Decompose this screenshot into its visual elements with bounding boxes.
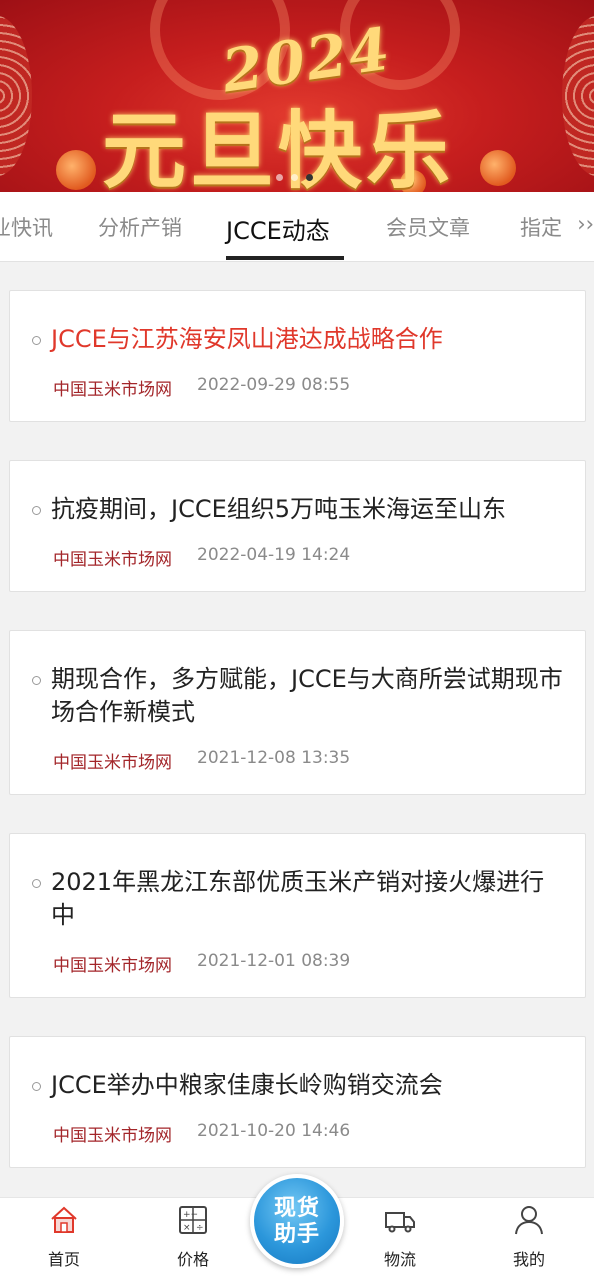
article-time: 2021-12-08 13:35 bbox=[197, 748, 351, 768]
nav-price[interactable]: +− × ÷ 价格 bbox=[148, 1198, 238, 1280]
svg-text:×: × bbox=[183, 1223, 191, 1233]
article-source: 中国玉米市场网 bbox=[53, 753, 172, 773]
calculator-icon: +− × ÷ bbox=[179, 1206, 207, 1234]
nav-home-label: 首页 bbox=[47, 1250, 80, 1269]
bullet-icon bbox=[32, 336, 41, 345]
truck-icon bbox=[385, 1212, 415, 1233]
bullet-icon bbox=[32, 1082, 41, 1091]
nav-logistics[interactable]: 物流 bbox=[355, 1198, 445, 1280]
tabs-more-icon[interactable]: ›› bbox=[573, 212, 594, 236]
article-title[interactable]: 2021年黑龙江东部优质玉米产销对接火爆进行中 bbox=[51, 866, 565, 932]
nav-mine-label: 我的 bbox=[512, 1250, 545, 1269]
tab-jcce-news[interactable]: JCCE动态 bbox=[226, 211, 330, 246]
tab-analysis[interactable]: 分析产销 bbox=[98, 212, 182, 242]
spot-assistant-button[interactable]: 现货 助手 bbox=[250, 1174, 344, 1268]
article-title[interactable]: JCCE举办中粮家佳康长岭购销交流会 bbox=[51, 1069, 565, 1102]
nav-home[interactable]: 首页 bbox=[19, 1198, 109, 1280]
article-time: 2022-04-19 14:24 bbox=[197, 545, 351, 565]
article-card[interactable]: JCCE与江苏海安凤山港达成战略合作 中国玉米市场网 2022-09-29 08… bbox=[9, 290, 586, 422]
article-time: 2021-12-01 08:39 bbox=[197, 951, 351, 971]
carousel-dot[interactable] bbox=[291, 174, 298, 181]
article-source: 中国玉米市场网 bbox=[53, 956, 172, 976]
bullet-icon bbox=[32, 879, 41, 888]
decor-lantern bbox=[480, 150, 516, 186]
category-tabs: 业快讯 分析产销 JCCE动态 会员文章 指定 ›› bbox=[0, 192, 594, 262]
article-source: 中国玉米市场网 bbox=[53, 1126, 172, 1146]
article-source: 中国玉米市场网 bbox=[53, 550, 172, 570]
article-title[interactable]: JCCE与江苏海安凤山港达成战略合作 bbox=[51, 323, 565, 356]
active-tab-indicator bbox=[226, 256, 344, 260]
svg-text:+−: +− bbox=[183, 1210, 198, 1220]
tab-designated[interactable]: 指定 bbox=[520, 212, 562, 242]
holiday-banner[interactable]: 2024 元旦快乐 bbox=[0, 0, 594, 192]
nav-mine[interactable]: 我的 bbox=[484, 1198, 574, 1280]
carousel-dots[interactable] bbox=[276, 174, 313, 181]
nav-price-label: 价格 bbox=[176, 1250, 209, 1269]
fab-label-line2: 助手 bbox=[273, 1222, 320, 1247]
article-title[interactable]: 抗疫期间，JCCE组织5万吨玉米海运至山东 bbox=[51, 493, 565, 526]
decor-lantern bbox=[56, 150, 96, 190]
article-card[interactable]: 抗疫期间，JCCE组织5万吨玉米海运至山东 中国玉米市场网 2022-04-19… bbox=[9, 460, 586, 592]
decor-fan-left bbox=[0, 16, 32, 176]
user-icon bbox=[515, 1206, 543, 1235]
article-card[interactable]: 期现合作，多方赋能，JCCE与大商所尝试期现市场合作新模式 中国玉米市场网 20… bbox=[9, 630, 586, 795]
decor-fan-right bbox=[562, 16, 594, 176]
bullet-icon bbox=[32, 676, 41, 685]
article-time: 2021-10-20 14:46 bbox=[197, 1121, 351, 1141]
article-card[interactable]: JCCE举办中粮家佳康长岭购销交流会 中国玉米市场网 2021-10-20 14… bbox=[9, 1036, 586, 1168]
tab-member-articles[interactable]: 会员文章 bbox=[386, 212, 470, 242]
carousel-dot[interactable] bbox=[276, 174, 283, 181]
article-time: 2022-09-29 08:55 bbox=[197, 375, 351, 395]
bullet-icon bbox=[32, 506, 41, 515]
svg-text:÷: ÷ bbox=[196, 1223, 204, 1233]
article-card[interactable]: 2021年黑龙江东部优质玉米产销对接火爆进行中 中国玉米市场网 2021-12-… bbox=[9, 833, 586, 998]
home-icon bbox=[51, 1206, 77, 1233]
nav-logistics-label: 物流 bbox=[383, 1250, 416, 1269]
fab-label-line1: 现货 bbox=[273, 1196, 320, 1221]
article-title[interactable]: 期现合作，多方赋能，JCCE与大商所尝试期现市场合作新模式 bbox=[51, 663, 565, 729]
tab-industry-news[interactable]: 业快讯 bbox=[0, 212, 53, 242]
article-source: 中国玉米市场网 bbox=[53, 380, 172, 400]
carousel-dot-active[interactable] bbox=[306, 174, 313, 181]
